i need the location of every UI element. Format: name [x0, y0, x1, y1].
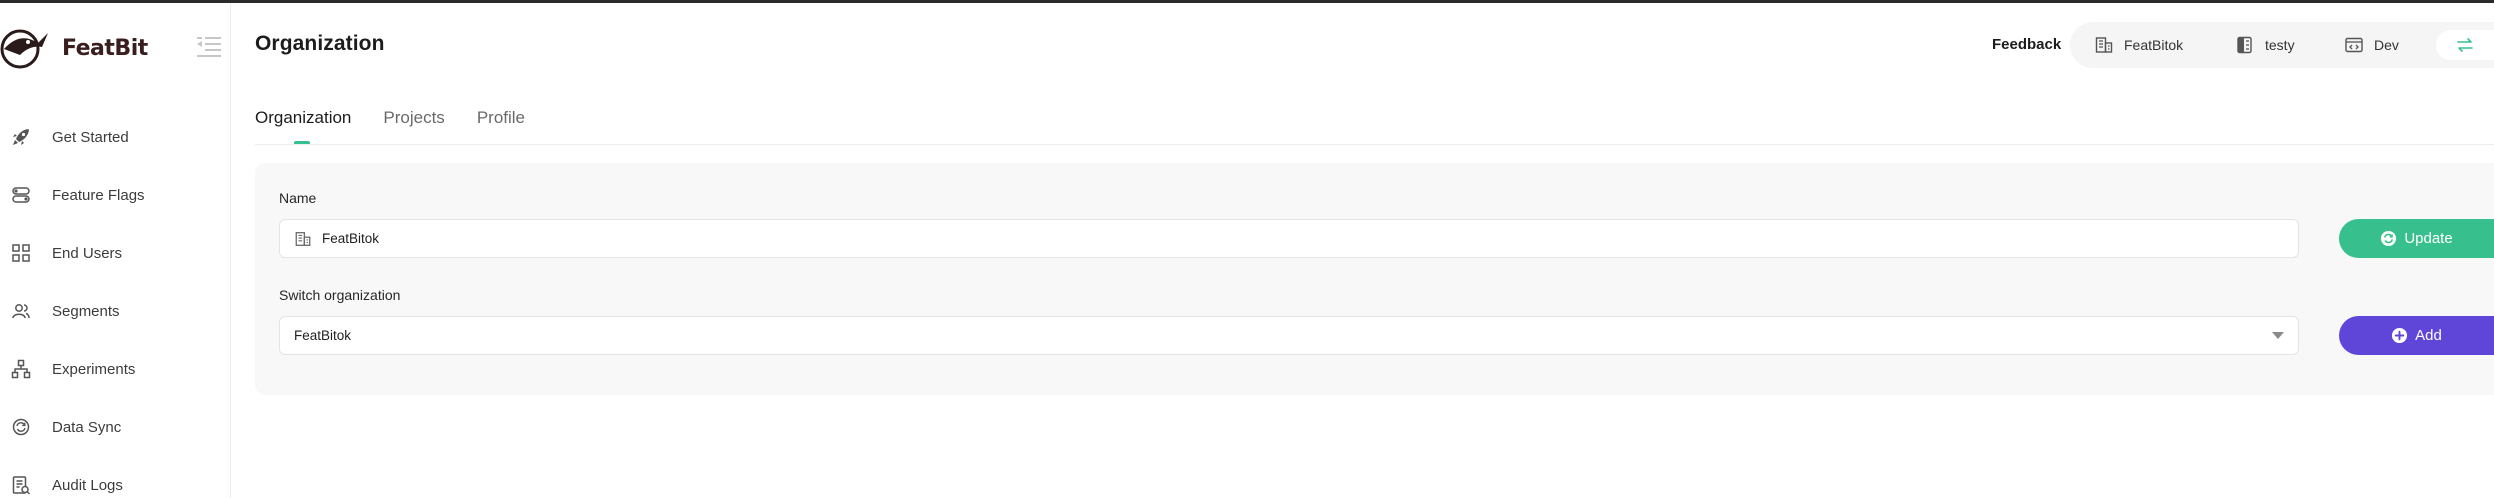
context-switcher: FeatBitok testy Dev	[2070, 22, 2494, 68]
add-organization-button[interactable]: Add	[2339, 316, 2494, 355]
project-icon	[2237, 36, 2252, 54]
sidebar-nav: Get Started Feature Flags End Users Segm…	[0, 108, 230, 498]
current-organization[interactable]: FeatBitok	[2094, 22, 2183, 68]
sidebar-item-label: Get Started	[52, 128, 129, 146]
grid-icon	[10, 242, 32, 264]
brand-logo[interactable]: FeatBit	[0, 25, 148, 71]
brand-name: FeatBit	[62, 35, 148, 61]
switch-organization-select[interactable]: FeatBitok	[279, 316, 2299, 355]
organization-name-value: FeatBitok	[322, 231, 380, 246]
settings-tabs: Organization Projects Profile	[255, 108, 557, 144]
organization-name-input[interactable]: FeatBitok	[279, 219, 2299, 258]
sync-icon	[10, 416, 32, 438]
tabs-divider	[255, 144, 2494, 145]
sidebar-item-experiments[interactable]: Experiments	[0, 340, 230, 398]
toggle-icon	[10, 184, 32, 206]
switch-organization-value: FeatBitok	[294, 328, 352, 343]
organization-card: Name FeatBitok Update Switch organizatio…	[255, 163, 2494, 395]
sidebar-item-label: Data Sync	[52, 418, 122, 436]
update-button[interactable]: Update	[2339, 219, 2494, 258]
tab-profile[interactable]: Profile	[477, 108, 525, 144]
name-label: Name	[279, 190, 317, 206]
sidebar-item-label: Feature Flags	[52, 186, 145, 204]
rocket-icon	[10, 126, 32, 148]
switch-context-button[interactable]	[2436, 30, 2494, 60]
sidebar-item-feature-flags[interactable]: Feature Flags	[0, 166, 230, 224]
environment-name: Dev	[2374, 37, 2399, 53]
sidebar-item-label: Audit Logs	[52, 476, 123, 494]
tab-projects[interactable]: Projects	[383, 108, 444, 144]
sidebar-item-end-users[interactable]: End Users	[0, 224, 230, 282]
sidebar-item-segments[interactable]: Segments	[0, 282, 230, 340]
sidebar-item-label: End Users	[52, 244, 123, 262]
window-top-border	[0, 0, 2494, 3]
sidebar-item-label: Segments	[52, 302, 120, 320]
sidebar-item-audit-logs[interactable]: Audit Logs	[0, 456, 230, 498]
add-button-label: Add	[2415, 327, 2442, 344]
switch-organization-label: Switch organization	[279, 287, 401, 303]
tab-organization[interactable]: Organization	[255, 108, 351, 144]
chevron-down-icon	[2272, 332, 2284, 339]
page-title: Organization	[255, 32, 385, 55]
users-icon	[10, 300, 32, 322]
project-name: testy	[2265, 37, 2295, 53]
feedback-link[interactable]: Feedback	[1992, 36, 2061, 53]
update-icon	[2381, 230, 2397, 247]
organization-name: FeatBitok	[2124, 37, 2184, 53]
collapse-sidebar-icon[interactable]	[196, 35, 222, 57]
building-icon	[2095, 37, 2113, 53]
code-window-icon	[2345, 37, 2363, 53]
swap-arrows-icon	[2457, 38, 2473, 52]
audit-icon	[10, 474, 32, 496]
featbit-logo-icon	[0, 29, 48, 69]
hierarchy-icon	[10, 358, 32, 380]
sidebar-item-get-started[interactable]: Get Started	[0, 108, 230, 166]
sidebar: FeatBit Get Started Feature Flags End Us…	[0, 3, 231, 498]
plus-circle-icon	[2392, 327, 2408, 344]
current-project[interactable]: testy	[2235, 22, 2295, 68]
sidebar-item-label: Experiments	[52, 360, 136, 378]
current-environment[interactable]: Dev	[2344, 22, 2399, 68]
sidebar-item-data-sync[interactable]: Data Sync	[0, 398, 230, 456]
update-button-label: Update	[2404, 230, 2453, 247]
building-icon	[295, 231, 311, 246]
